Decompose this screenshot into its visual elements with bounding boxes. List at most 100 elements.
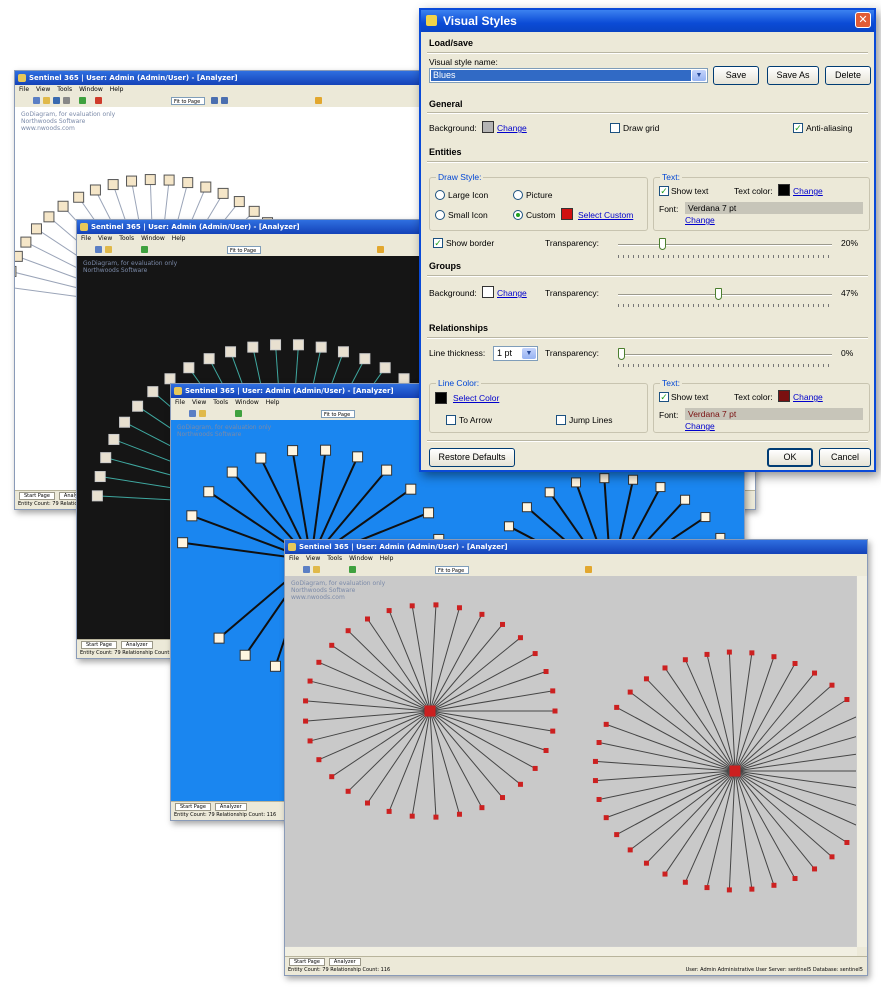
entity-node[interactable] — [269, 660, 281, 672]
menu-file[interactable]: File — [19, 86, 29, 93]
entity-node[interactable] — [337, 346, 349, 358]
entity-node[interactable] — [144, 174, 156, 186]
entity-node[interactable] — [359, 353, 371, 365]
entity-node[interactable] — [345, 628, 351, 634]
open-icon[interactable] — [43, 97, 50, 104]
entity-node[interactable] — [704, 651, 710, 657]
entity-node[interactable] — [550, 728, 556, 734]
entity-node[interactable] — [433, 602, 439, 608]
entity-transparency-slider[interactable] — [659, 238, 667, 250]
entity-node[interactable] — [345, 788, 351, 794]
entity-node[interactable] — [544, 487, 555, 498]
zoom-select[interactable]: Fit to Page — [321, 410, 355, 418]
menu-tools[interactable]: Tools — [213, 399, 228, 406]
menu-help[interactable]: Help — [266, 399, 280, 406]
entity-node[interactable] — [15, 250, 23, 262]
entity-node[interactable] — [456, 811, 462, 817]
entity-node[interactable] — [292, 339, 304, 351]
tab-start-page[interactable]: Start Page — [175, 803, 211, 811]
entity-node[interactable] — [614, 704, 620, 710]
large-icon-radio[interactable] — [435, 190, 445, 200]
menu-help[interactable]: Help — [380, 555, 394, 562]
hub-entity-node[interactable] — [424, 705, 436, 717]
layout-icon[interactable] — [585, 566, 592, 573]
entity-node[interactable] — [163, 174, 175, 186]
menu-window[interactable]: Window — [141, 235, 165, 242]
entity-node[interactable] — [248, 205, 260, 217]
menu-tools[interactable]: Tools — [119, 235, 134, 242]
entity-node[interactable] — [119, 416, 131, 428]
entity-node[interactable] — [749, 650, 755, 656]
entity-node[interactable] — [329, 774, 335, 780]
entity-node[interactable] — [381, 464, 393, 476]
draw-grid-checkbox[interactable] — [610, 123, 620, 133]
entity-node[interactable] — [517, 635, 523, 641]
tab-analyzer[interactable]: Analyzer — [120, 641, 153, 649]
to-arrow-checkbox[interactable] — [446, 415, 456, 425]
jump-lines-checkbox[interactable] — [556, 415, 566, 425]
select-color-link[interactable]: Select Color — [453, 393, 499, 403]
entity-node[interactable] — [571, 477, 582, 488]
custom-radio[interactable] — [513, 210, 523, 220]
line-thickness-select[interactable]: 1 pt ▼ — [493, 346, 538, 361]
print-icon[interactable] — [63, 97, 70, 104]
entity-node[interactable] — [217, 187, 229, 199]
entity-node[interactable] — [132, 400, 144, 412]
entity-node[interactable] — [147, 386, 159, 398]
add-icon[interactable] — [141, 246, 148, 253]
entity-node[interactable] — [682, 879, 688, 885]
entity-node[interactable] — [303, 718, 309, 724]
menu-tools[interactable]: Tools — [57, 86, 72, 93]
layout-icon[interactable] — [315, 97, 322, 104]
entity-node[interactable] — [405, 483, 417, 495]
entity-node[interactable] — [409, 813, 415, 819]
menu-file[interactable]: File — [81, 235, 91, 242]
picture-radio[interactable] — [513, 190, 523, 200]
entity-node[interactable] — [255, 452, 267, 464]
entity-node[interactable] — [456, 605, 462, 611]
entity-node[interactable] — [662, 665, 668, 671]
entity-node[interactable] — [771, 882, 777, 888]
restore-defaults-button[interactable]: Restore Defaults — [429, 448, 515, 467]
entity-node[interactable] — [100, 452, 112, 464]
entity-node[interactable] — [177, 537, 189, 549]
menu-file[interactable]: File — [289, 555, 299, 562]
entity-node[interactable] — [596, 740, 602, 746]
entity-node[interactable] — [386, 608, 392, 614]
relationship-transparency-slider[interactable] — [618, 348, 625, 360]
entity-node[interactable] — [603, 721, 609, 727]
entity-node[interactable] — [89, 184, 101, 196]
entity-node[interactable] — [303, 698, 309, 704]
entity-node[interactable] — [315, 341, 327, 353]
menu-help[interactable]: Help — [172, 235, 186, 242]
entity-node[interactable] — [91, 490, 103, 502]
entity-node[interactable] — [182, 177, 194, 189]
add-icon[interactable] — [235, 410, 242, 417]
entity-node[interactable] — [682, 657, 688, 663]
relationship-show-text-checkbox[interactable]: ✓ — [659, 392, 669, 402]
open-icon[interactable] — [105, 246, 112, 253]
entity-node[interactable] — [307, 678, 313, 684]
entity-node[interactable] — [239, 649, 251, 661]
add-icon[interactable] — [349, 566, 356, 573]
entity-node[interactable] — [433, 814, 439, 820]
entity-node[interactable] — [726, 887, 732, 893]
delete-icon[interactable] — [95, 97, 102, 104]
entity-node[interactable] — [316, 757, 322, 763]
entity-node[interactable] — [307, 738, 313, 744]
zoom-select[interactable]: Fit to Page — [171, 97, 205, 105]
entity-font-change-link[interactable]: Change — [685, 215, 715, 225]
menu-window[interactable]: Window — [79, 86, 103, 93]
entity-node[interactable] — [320, 444, 332, 456]
entity-node[interactable] — [704, 885, 710, 891]
entity-node[interactable] — [627, 689, 633, 695]
tab-start-page[interactable]: Start Page — [289, 958, 325, 966]
entity-node[interactable] — [614, 832, 620, 838]
style-name-select[interactable]: Blues ▼ — [429, 68, 708, 83]
dialog-title-bar[interactable]: Visual Styles — [421, 10, 874, 32]
entity-node[interactable] — [203, 486, 215, 498]
diagram-canvas[interactable]: GoDiagram, for evaluation only Northwoods… — [285, 576, 857, 947]
group-transparency-slider[interactable] — [715, 288, 723, 300]
entity-node[interactable] — [643, 860, 649, 866]
relationship-font-change-link[interactable]: Change — [685, 421, 715, 431]
